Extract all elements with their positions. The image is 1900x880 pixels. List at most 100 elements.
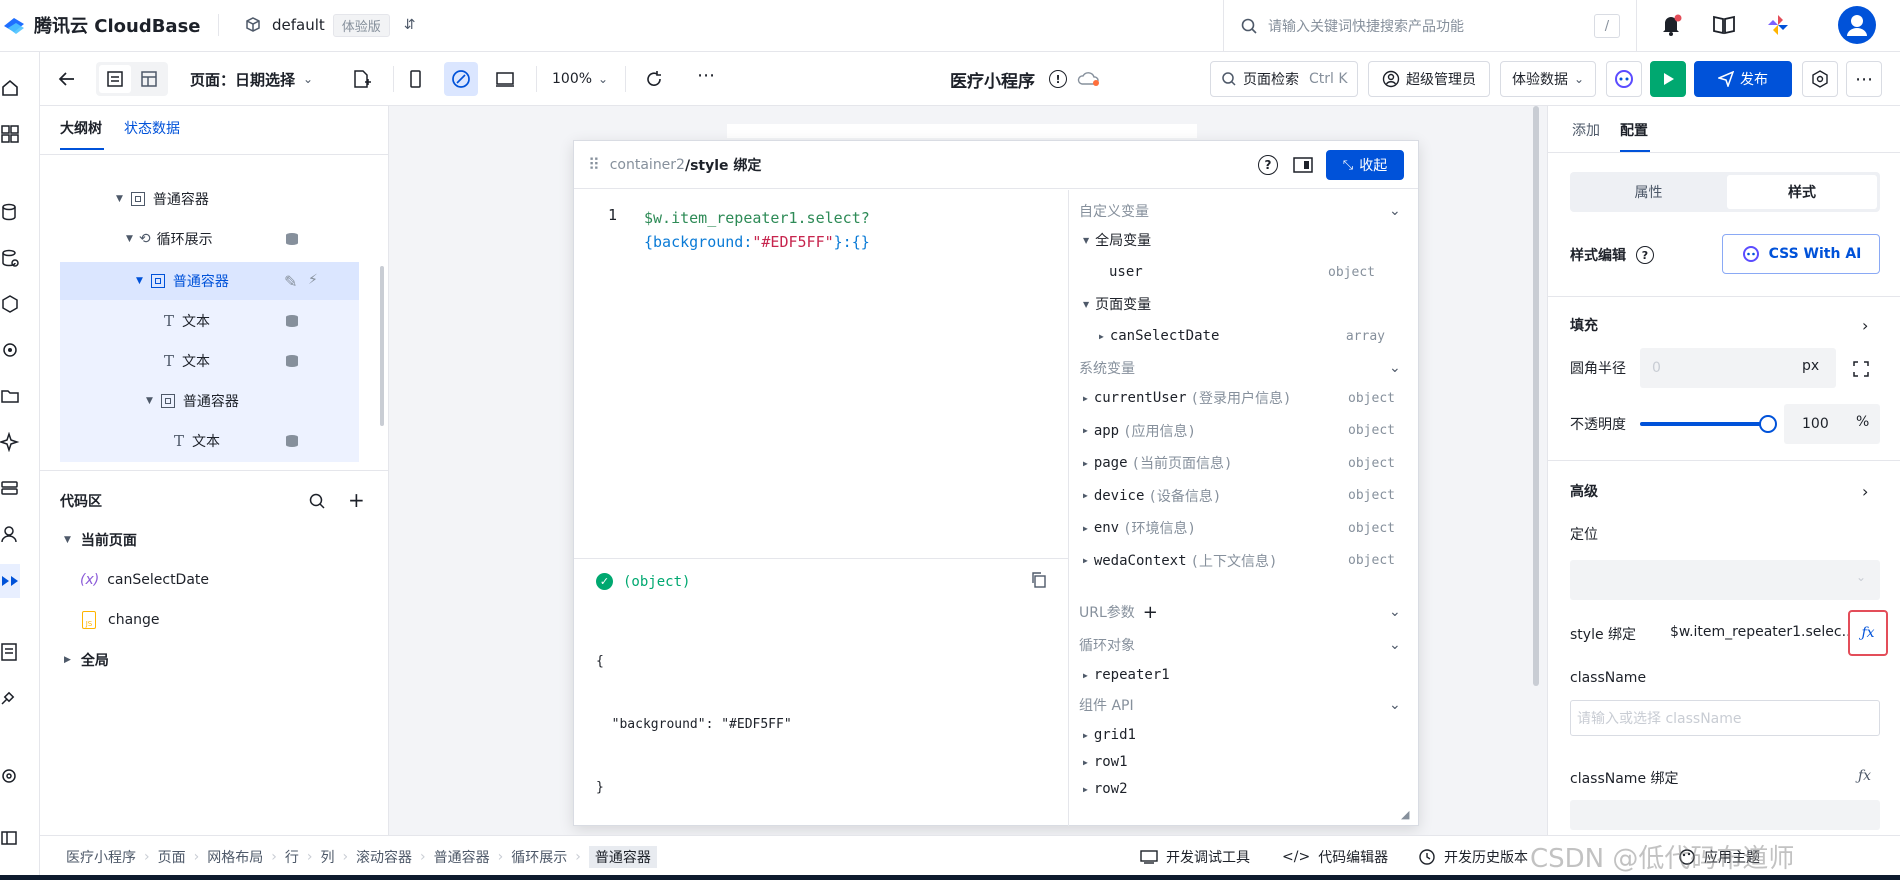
grid-icon[interactable]: [0, 124, 20, 144]
desktop-view-icon[interactable]: [494, 68, 516, 90]
tree-node[interactable]: ▼ ⟲ 循环展示: [60, 220, 360, 258]
docs-book-icon[interactable]: [1712, 14, 1736, 36]
collapse-button[interactable]: ⤡ 收起: [1326, 150, 1404, 180]
tree-scrollbar[interactable]: [380, 266, 384, 426]
opacity-input[interactable]: 100 %: [1784, 404, 1880, 444]
env-selector[interactable]: default 体验版 ⇵: [244, 12, 416, 38]
drag-handle-icon[interactable]: ⠿: [588, 155, 600, 174]
page-vars-group[interactable]: ▼ 页面变量: [1083, 289, 1418, 319]
apps-pinwheel-icon[interactable]: [1766, 13, 1790, 37]
code-item-js[interactable]: JS change: [82, 606, 160, 634]
api-item[interactable]: ▶ row1: [1083, 747, 1418, 777]
storage-icon[interactable]: [0, 478, 20, 498]
section-custom-vars[interactable]: 自定义变量 ⌄: [1079, 196, 1418, 226]
breadcrumb-item[interactable]: 循环展示: [511, 847, 567, 867]
sync-icon[interactable]: [0, 340, 20, 360]
publish-button[interactable]: 发布: [1694, 61, 1792, 97]
system-var-item[interactable]: ▶ device (设备信息) object: [1083, 481, 1418, 511]
theme-button[interactable]: 应用主题: [1678, 846, 1760, 868]
add-icon[interactable]: +: [348, 488, 365, 512]
global-search[interactable]: 请输入关键词快捷搜索产品功能 /: [1240, 10, 1620, 42]
seg-style[interactable]: 样式: [1727, 175, 1877, 209]
system-var-item[interactable]: ▶ env (环境信息) object: [1083, 513, 1418, 543]
tree-node[interactable]: ▼ 普通容器: [60, 180, 360, 218]
breadcrumb-item[interactable]: 页面: [158, 847, 186, 867]
database-icon[interactable]: [0, 202, 20, 222]
breadcrumb-item[interactable]: 普通容器: [434, 847, 490, 867]
data-mode-select[interactable]: 体验数据 ⌄: [1500, 61, 1596, 97]
breadcrumb-item[interactable]: 医疗小程序: [66, 847, 136, 867]
tab-config[interactable]: 配置: [1620, 120, 1648, 140]
settings-icon[interactable]: [1802, 61, 1838, 97]
logs-icon[interactable]: [0, 642, 20, 662]
tab-outline[interactable]: 大纲树: [60, 118, 102, 138]
classname-input[interactable]: 请输入或选择 className: [1570, 700, 1880, 736]
settings-cog-icon[interactable]: [0, 766, 20, 786]
breadcrumb-item[interactable]: 滚动容器: [356, 847, 412, 867]
add-page-icon[interactable]: [350, 68, 372, 90]
canvas-scrollbar[interactable]: [1533, 106, 1539, 686]
breadcrumb-item[interactable]: 网格布局: [207, 847, 263, 867]
tree-node[interactable]: T 文本: [60, 302, 360, 340]
help-icon[interactable]: ?: [1258, 155, 1278, 175]
satellite-icon[interactable]: [0, 688, 20, 708]
responsive-view-icon[interactable]: [444, 62, 478, 96]
info-icon[interactable]: !: [1049, 70, 1067, 88]
formula-fx-icon[interactable]: ƒx: [1858, 768, 1871, 784]
code-item-variable[interactable]: (x) canSelectDate: [80, 566, 209, 594]
radius-input[interactable]: 0 px: [1640, 348, 1836, 388]
section-component-api[interactable]: 组件 API ⌄: [1079, 690, 1418, 720]
code-tree-global[interactable]: ▶ 全局: [60, 646, 109, 674]
back-arrow-icon[interactable]: [56, 68, 78, 90]
position-select[interactable]: ⌄: [1570, 560, 1880, 600]
home-icon[interactable]: [0, 78, 20, 98]
opacity-slider[interactable]: [1640, 415, 1777, 433]
preview-play-icon[interactable]: [1650, 61, 1686, 97]
expression-editor[interactable]: 1 $w.item_repeater1.select? {background:…: [574, 190, 1068, 558]
more-menu-icon[interactable]: ⋯: [1846, 61, 1882, 97]
admin-role-button[interactable]: 超级管理员: [1368, 61, 1490, 97]
data-model-icon[interactable]: [0, 248, 20, 268]
help-icon[interactable]: ?: [1636, 246, 1654, 264]
mobile-view-icon[interactable]: [404, 68, 426, 90]
expand-corners-icon[interactable]: [1852, 360, 1870, 382]
layout-icon[interactable]: [133, 65, 165, 93]
user-avatar-icon[interactable]: [1838, 6, 1876, 44]
zoom-selector[interactable]: 100% ⌄: [552, 66, 608, 92]
breadcrumb-item[interactable]: 行: [285, 847, 299, 867]
system-var-item[interactable]: ▶ app (应用信息) object: [1083, 416, 1418, 446]
section-system-vars[interactable]: 系统变量 ⌄: [1079, 353, 1418, 383]
css-with-ai-button[interactable]: CSS With AI: [1722, 234, 1880, 274]
copy-icon[interactable]: [1030, 571, 1048, 593]
page-search-button[interactable]: 页面检索 Ctrl K: [1210, 61, 1358, 97]
brand[interactable]: 腾讯云 CloudBase: [0, 10, 201, 40]
fill-section-header[interactable]: 填充 ›: [1570, 310, 1880, 340]
var-canSelectDate[interactable]: ▶ canSelectDate array: [1099, 321, 1418, 351]
hexagon-icon[interactable]: [0, 294, 20, 314]
add-icon[interactable]: +: [1143, 602, 1158, 623]
tab-state-data[interactable]: 状态数据: [124, 118, 180, 138]
dev-tools-button[interactable]: 开发调试工具: [1140, 846, 1250, 868]
ai-assistant-icon[interactable]: [1606, 61, 1642, 97]
resize-handle-icon[interactable]: ◢: [1401, 808, 1409, 821]
system-var-item[interactable]: ▶ page (当前页面信息) object: [1083, 448, 1418, 478]
tree-node-selected[interactable]: ▼ 普通容器 ✎ ⚡: [60, 262, 359, 300]
seg-properties[interactable]: 属性: [1572, 175, 1725, 209]
collapse-nav-icon[interactable]: [0, 828, 20, 848]
api-item[interactable]: ▶ row2: [1083, 774, 1418, 804]
classname-binding-input[interactable]: [1570, 800, 1880, 830]
history-button[interactable]: 开发历史版本: [1418, 846, 1528, 868]
style-binding-value[interactable]: $w.item_repeater1.selec...: [1670, 624, 1848, 640]
var-repeater[interactable]: ▶ repeater1: [1083, 660, 1418, 690]
section-loop-objects[interactable]: 循环对象 ⌄: [1079, 630, 1418, 660]
formula-fx-icon[interactable]: ƒx: [1848, 610, 1888, 656]
more-icon[interactable]: ⋯: [695, 67, 717, 90]
user-manage-icon[interactable]: [0, 524, 20, 544]
tree-node[interactable]: T 文本: [60, 422, 360, 460]
app-builder-icon[interactable]: [0, 564, 20, 598]
system-var-item[interactable]: ▶ currentUser (登录用户信息) object: [1083, 383, 1418, 413]
breadcrumb-item[interactable]: 普通容器: [588, 846, 657, 868]
tree-node[interactable]: ▼ 普通容器: [60, 382, 360, 420]
api-item[interactable]: ▶ grid1: [1083, 720, 1418, 750]
code-tree-current-page[interactable]: ▼ 当前页面: [60, 526, 137, 554]
